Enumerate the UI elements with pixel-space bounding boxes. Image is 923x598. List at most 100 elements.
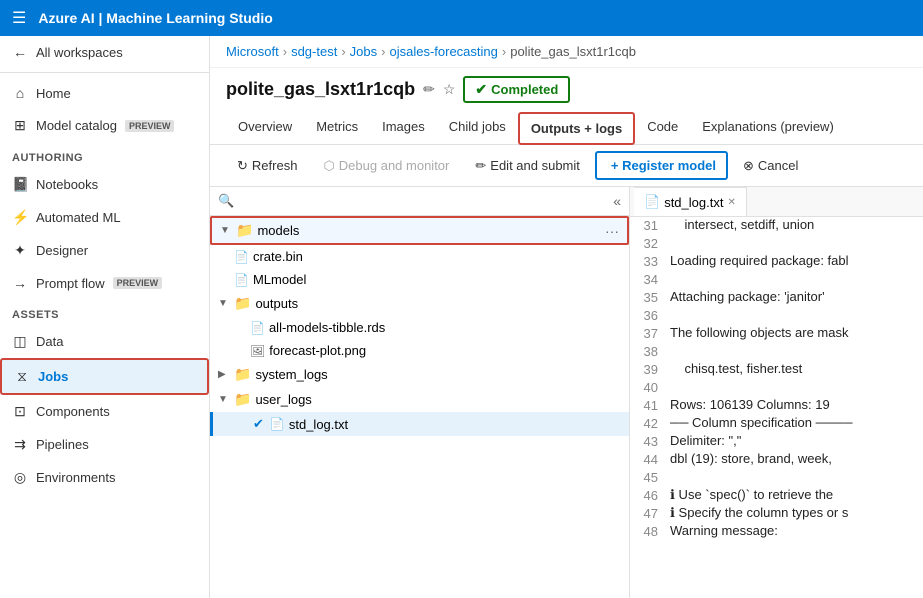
- tree-item-user-logs[interactable]: ▼ 📁 user_logs: [210, 387, 629, 412]
- sidebar-item-designer[interactable]: ✦ Designer: [0, 234, 209, 267]
- code-tab-filename: std_log.txt: [664, 195, 723, 210]
- folder-outputs-icon: 📁: [234, 295, 251, 312]
- edit-title-icon[interactable]: ✏: [423, 81, 435, 98]
- sidebar-item-prompt-flow[interactable]: → Prompt flow PREVIEW: [0, 267, 209, 299]
- tab-outputs-logs[interactable]: Outputs + logs: [518, 112, 635, 145]
- line-number: 34: [630, 271, 666, 287]
- tree-item-models[interactable]: ▼ 📁 models ···: [210, 216, 629, 245]
- code-line: 45: [630, 469, 923, 487]
- sidebar-item-pipelines[interactable]: ⇉ Pipelines: [0, 428, 209, 461]
- check-icon: ✔: [475, 81, 487, 98]
- models-label: models: [257, 223, 601, 238]
- close-tab-icon[interactable]: ✕: [727, 197, 735, 208]
- register-model-button[interactable]: + Register model: [595, 151, 728, 180]
- tree-item-crate-bin[interactable]: 📄 crate.bin: [210, 245, 629, 268]
- code-line: 37The following objects are mask: [630, 325, 923, 343]
- more-models-icon[interactable]: ···: [605, 223, 619, 239]
- breadcrumb-microsoft[interactable]: Microsoft: [226, 44, 279, 59]
- tree-item-all-models[interactable]: 📄 all-models-tibble.rds: [210, 316, 629, 339]
- authoring-section: Authoring: [0, 142, 209, 168]
- tab-overview[interactable]: Overview: [226, 111, 304, 144]
- tab-code[interactable]: Code: [635, 111, 690, 144]
- file-std-log-icon: 📄: [270, 417, 285, 431]
- active-file-check-icon: ✔: [253, 416, 264, 432]
- breadcrumb-current: polite_gas_lsxt1r1cqb: [510, 44, 636, 59]
- sidebar-item-environments[interactable]: ◎ Environments: [0, 461, 209, 494]
- prompt-flow-icon: →: [12, 275, 28, 291]
- sidebar-item-notebooks[interactable]: 📓 Notebooks: [0, 168, 209, 201]
- tree-item-std-log[interactable]: ✔ 📄 std_log.txt: [210, 412, 629, 436]
- cancel-button[interactable]: ⊗ Cancel: [732, 152, 809, 180]
- sidebar-prompt-flow-label: Prompt flow: [36, 276, 105, 291]
- search-input[interactable]: [238, 194, 609, 209]
- line-content: intersect, setdiff, union: [666, 217, 923, 232]
- tab-metrics[interactable]: Metrics: [304, 111, 370, 144]
- code-line: 31 intersect, setdiff, union: [630, 217, 923, 235]
- status-label: Completed: [491, 82, 558, 97]
- edit-submit-button[interactable]: ✏ Edit and submit: [464, 152, 591, 180]
- star-icon[interactable]: ☆: [443, 81, 456, 98]
- refresh-button[interactable]: ↻ Refresh: [226, 152, 308, 180]
- file-tree: ▼ 📁 models ··· 📄 crate.bin 📄 MLmodel: [210, 216, 629, 598]
- line-number: 41: [630, 397, 666, 413]
- line-number: 32: [630, 235, 666, 251]
- code-line: 48Warning message:: [630, 523, 923, 541]
- code-tab-std-log[interactable]: 📄 std_log.txt ✕: [634, 187, 747, 216]
- status-badge: ✔ Completed: [463, 76, 570, 103]
- breadcrumb-sdg-test[interactable]: sdg-test: [291, 44, 337, 59]
- line-number: 33: [630, 253, 666, 269]
- sidebar-item-automated-ml[interactable]: ⚡ Automated ML: [0, 201, 209, 234]
- code-line: 39 chisq.test, fisher.test: [630, 361, 923, 379]
- app-title: Azure AI | Machine Learning Studio: [38, 10, 272, 26]
- forecast-plot-label: forecast-plot.png: [269, 343, 621, 358]
- tab-explanations[interactable]: Explanations (preview): [690, 111, 846, 144]
- tab-images[interactable]: Images: [370, 111, 437, 144]
- preview-badge: PREVIEW: [125, 120, 175, 132]
- code-line: 42── Column specification ────: [630, 415, 923, 433]
- sidebar-item-data[interactable]: ◫ Data: [0, 325, 209, 358]
- sidebar-item-jobs[interactable]: ⧖ Jobs: [0, 358, 209, 395]
- code-line: 41Rows: 106139 Columns: 19: [630, 397, 923, 415]
- line-number: 43: [630, 433, 666, 449]
- code-tab-file-icon: 📄: [644, 194, 660, 210]
- system-logs-label: system_logs: [255, 367, 621, 382]
- breadcrumb-ojsales[interactable]: ojsales-forecasting: [389, 44, 497, 59]
- sidebar-item-components[interactable]: ⊡ Components: [0, 395, 209, 428]
- code-line: 47ℹ Specify the column types or s: [630, 505, 923, 523]
- code-content: 31 intersect, setdiff, union32 33Loading …: [630, 217, 923, 598]
- hamburger-icon[interactable]: ☰: [12, 8, 26, 28]
- tree-item-forecast-plot[interactable]: 🖼 forecast-plot.png: [210, 339, 629, 362]
- sidebar-environments-label: Environments: [36, 470, 115, 485]
- prompt-flow-preview-badge: PREVIEW: [113, 277, 163, 289]
- line-number: 46: [630, 487, 666, 503]
- breadcrumb-jobs[interactable]: Jobs: [350, 44, 377, 59]
- debug-monitor-label: Debug and monitor: [339, 158, 450, 173]
- sidebar-designer-label: Designer: [36, 243, 88, 258]
- tree-item-mlmodel[interactable]: 📄 MLmodel: [210, 268, 629, 291]
- line-content: Attaching package: 'janitor': [666, 289, 923, 304]
- sidebar-item-model-catalog[interactable]: ⊞ Model catalog PREVIEW: [0, 109, 209, 142]
- code-line: 33Loading required package: fabl: [630, 253, 923, 271]
- line-number: 42: [630, 415, 666, 431]
- tree-item-outputs[interactable]: ▼ 📁 outputs: [210, 291, 629, 316]
- line-number: 31: [630, 217, 666, 233]
- search-bar: 🔍 «: [210, 187, 629, 216]
- folder-system-logs-icon: 📁: [234, 366, 251, 383]
- pipelines-icon: ⇉: [12, 436, 28, 453]
- split-pane: 🔍 « ▼ 📁 models ··· 📄 crate.bin: [210, 187, 923, 598]
- assets-section: Assets: [0, 299, 209, 325]
- page-title: polite_gas_lsxt1r1cqb: [226, 79, 415, 100]
- sidebar-item-home[interactable]: ⌂ Home: [0, 77, 209, 109]
- debug-icon: ⬡: [323, 158, 334, 174]
- chevron-models: ▼: [220, 225, 232, 236]
- sidebar-all-workspaces[interactable]: ← All workspaces: [0, 36, 209, 68]
- tab-child-jobs[interactable]: Child jobs: [437, 111, 518, 144]
- tree-item-system-logs[interactable]: ▶ 📁 system_logs: [210, 362, 629, 387]
- all-workspaces-label: All workspaces: [36, 45, 123, 60]
- line-number: 36: [630, 307, 666, 323]
- environments-icon: ◎: [12, 469, 28, 486]
- debug-monitor-button[interactable]: ⬡ Debug and monitor: [312, 152, 460, 180]
- collapse-icon[interactable]: «: [613, 193, 621, 209]
- std-log-label: std_log.txt: [289, 417, 621, 432]
- automated-ml-icon: ⚡: [12, 209, 28, 226]
